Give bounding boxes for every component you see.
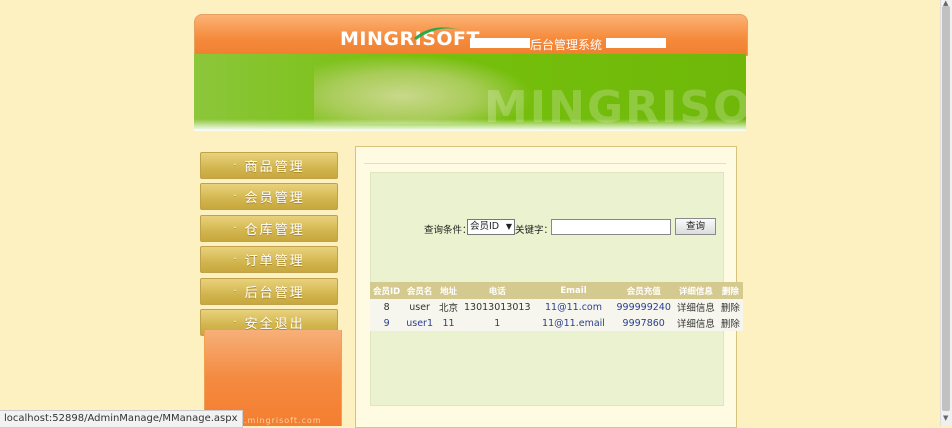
banner-fade xyxy=(194,119,746,131)
redaction-block-right xyxy=(606,38,666,48)
cell-member-name: user xyxy=(403,299,436,315)
cell-email: 11@11.com xyxy=(533,299,614,315)
bullet-icon: · xyxy=(233,160,239,171)
query-button[interactable]: 查询 xyxy=(675,218,716,235)
table-header-row: 会员ID 会员名 地址 电话 Email 会员充值 详细信息 删除 xyxy=(370,282,743,299)
cell-phone: 1 xyxy=(461,315,534,331)
column-header: Email xyxy=(533,282,614,299)
cell-email: 11@11.email xyxy=(533,315,614,331)
logo-swoosh-icon xyxy=(414,27,462,40)
search-condition-label: 查询条件： xyxy=(424,225,472,236)
table-row: 8 user 北京 13013013013 11@11.com 99999924… xyxy=(370,299,743,315)
delete-link[interactable]: 删除 xyxy=(717,315,743,331)
cell-member-id: 9 xyxy=(370,315,404,331)
sidebar-item-label: 后台管理 xyxy=(244,285,305,301)
bullet-icon: · xyxy=(233,191,239,203)
redaction-block-left xyxy=(470,38,530,48)
keyword-input[interactable] xyxy=(551,219,671,235)
sidebar-item-label: 订单管理 xyxy=(244,254,305,270)
divider xyxy=(364,163,726,164)
sidebar-item-label: 会员管理 xyxy=(244,191,305,207)
sidebar: · 商品管理 · 会员管理 · 仓库管理 · 订单管理 · 后台管理 · 安全退出 xyxy=(200,152,342,340)
cell-phone: 13013013013 xyxy=(461,299,534,315)
column-header: 会员ID xyxy=(370,282,404,299)
sidebar-item-product[interactable]: · 商品管理 xyxy=(200,152,338,179)
cell-address: 11 xyxy=(435,315,461,331)
cell-recharge: 9997860 xyxy=(613,315,674,331)
details-link[interactable]: 详细信息 xyxy=(673,315,718,331)
details-link[interactable]: 详细信息 xyxy=(673,299,718,315)
system-title: 后台管理系统 xyxy=(530,38,603,52)
sidebar-item-warehouse[interactable]: · 仓库管理 xyxy=(200,214,338,242)
sidebar-item-member[interactable]: · 会员管理 xyxy=(200,183,338,211)
bullet-icon: · xyxy=(233,222,239,234)
banner: MINGRISOFT xyxy=(194,54,746,131)
cell-recharge: 999999240 xyxy=(613,299,674,315)
members-table: 会员ID 会员名 地址 电话 Email 会员充值 详细信息 删除 8 user… xyxy=(370,282,743,331)
cell-member-id: 8 xyxy=(370,299,404,315)
delete-link[interactable]: 删除 xyxy=(717,299,743,315)
cell-address: 北京 xyxy=(435,299,461,315)
column-header: 详细信息 xyxy=(673,282,718,299)
sidebar-item-order[interactable]: · 订单管理 xyxy=(200,246,338,274)
search-field-select[interactable]: 会员ID ▼ xyxy=(467,219,515,235)
sidebar-item-label: 商品管理 xyxy=(244,160,305,175)
select-value: 会员ID xyxy=(470,221,500,232)
keyword-label: 关键字： xyxy=(515,225,554,236)
column-header: 地址 xyxy=(435,282,461,299)
chevron-down-icon: ▼ xyxy=(505,222,512,231)
bullet-icon: · xyxy=(233,254,239,266)
column-header: 会员名 xyxy=(403,282,436,299)
cell-member-name: user1 xyxy=(403,315,436,331)
sidebar-item-label: 仓库管理 xyxy=(244,222,305,238)
scrollbar-thumb[interactable] xyxy=(942,6,950,411)
logo-initial: M xyxy=(340,28,360,50)
table-row: 9 user1 11 1 11@11.email 9997860 详细信息 删除 xyxy=(370,315,743,331)
scroll-up-icon[interactable]: ▲ xyxy=(943,0,948,7)
bullet-icon: · xyxy=(233,285,239,297)
status-bar-url: localhost:52898/AdminManage/MManage.aspx xyxy=(0,410,243,428)
sidebar-item-backend[interactable]: · 后台管理 xyxy=(200,277,338,305)
column-header: 电话 xyxy=(461,282,534,299)
column-header: 会员充值 xyxy=(613,282,674,299)
bullet-icon: · xyxy=(233,316,239,328)
column-header: 删除 xyxy=(717,282,743,299)
scroll-down-icon[interactable]: ▼ xyxy=(943,414,948,422)
